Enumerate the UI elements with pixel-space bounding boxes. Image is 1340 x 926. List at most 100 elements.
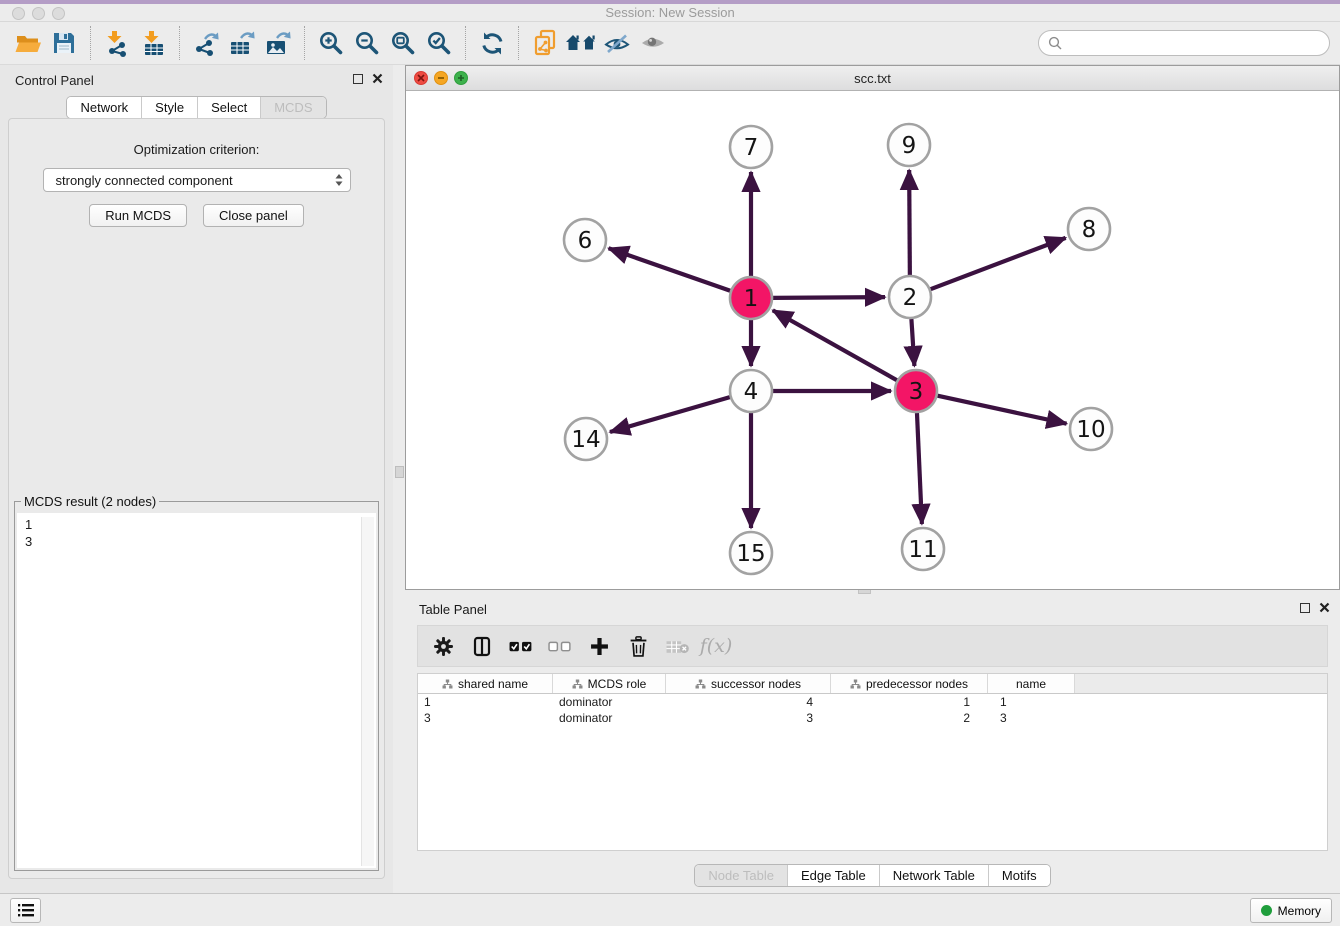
vertical-splitter-handle[interactable] (395, 466, 404, 478)
eye-slash-icon (603, 31, 631, 55)
control-panel-header: Control Panel (0, 65, 393, 95)
tab-select[interactable]: Select (197, 97, 260, 118)
graph-node-label-3: 3 (909, 379, 924, 405)
table-row[interactable]: 3 dominator 3 2 3 (418, 710, 1327, 726)
graph-edge-2-9[interactable] (909, 170, 910, 275)
import-table-button[interactable] (135, 25, 171, 61)
cell-predecessor-nodes[interactable]: 1 (831, 695, 988, 709)
zoom-selected-button[interactable] (421, 25, 457, 61)
float-panel-icon[interactable] (353, 74, 363, 84)
zoom-out-button[interactable] (349, 25, 385, 61)
select-stepper-icon (334, 173, 344, 187)
table-row[interactable]: 1 dominator 4 1 1 (418, 694, 1327, 710)
tab-mcds[interactable]: MCDS (260, 97, 325, 118)
export-image-button[interactable] (260, 25, 296, 61)
search-input[interactable] (1067, 36, 1320, 51)
column-header-shared-name[interactable]: shared name (418, 674, 553, 693)
trash-icon (629, 636, 648, 657)
memory-button[interactable]: Memory (1250, 898, 1332, 923)
function-builder-button[interactable]: f(x) (701, 631, 731, 661)
export-network-button[interactable] (188, 25, 224, 61)
main-toolbar (0, 22, 1340, 65)
show-columns-button[interactable] (467, 631, 497, 661)
open-session-button[interactable] (10, 25, 46, 61)
graph-node-label-9: 9 (902, 133, 917, 159)
import-network-button[interactable] (99, 25, 135, 61)
run-mcds-button[interactable]: Run MCDS (89, 204, 187, 227)
graph-edge-4-14[interactable] (610, 397, 730, 432)
apply-layout-button[interactable] (474, 25, 510, 61)
graph-edge-1-2[interactable] (773, 297, 885, 298)
graph-edge-3-11[interactable] (917, 413, 922, 524)
graph-edge-3-1[interactable] (773, 310, 897, 380)
tab-network[interactable]: Network (67, 97, 141, 118)
mcds-result-textarea[interactable]: 1 3 (17, 513, 376, 868)
graph-edge-2-3[interactable] (911, 319, 914, 366)
delete-table-button[interactable] (662, 631, 692, 661)
hide-selected-button[interactable] (599, 25, 635, 61)
graph-edge-2-8[interactable] (931, 238, 1066, 289)
cell-name[interactable]: 3 (988, 711, 1075, 725)
cell-shared-name[interactable]: 3 (418, 711, 553, 725)
column-header-predecessor-nodes[interactable]: predecessor nodes (831, 674, 988, 693)
column-header-name[interactable]: name (988, 674, 1075, 693)
cell-successor-nodes[interactable]: 4 (666, 695, 831, 709)
float-table-panel-icon[interactable] (1300, 603, 1310, 613)
search-field[interactable] (1038, 30, 1330, 56)
zoom-in-button[interactable] (313, 25, 349, 61)
result-line: 1 (25, 516, 376, 533)
export-network-icon (192, 30, 220, 57)
save-session-button[interactable] (46, 25, 82, 61)
column-header-mcds-role[interactable]: MCDS role (553, 674, 666, 693)
cell-successor-nodes[interactable]: 3 (666, 711, 831, 725)
column-header-successor-nodes[interactable]: successor nodes (666, 674, 831, 693)
graph-node-label-15: 15 (736, 541, 765, 567)
close-panel-button[interactable]: Close panel (203, 204, 304, 227)
export-image-icon (264, 30, 292, 57)
result-line: 3 (25, 533, 376, 550)
mcds-tab-pane: Optimization criterion: strongly connect… (8, 118, 385, 879)
graph-edge-3-10[interactable] (937, 396, 1066, 424)
refresh-icon (479, 30, 506, 57)
tab-node-table[interactable]: Node Table (695, 865, 787, 886)
cell-name[interactable]: 1 (988, 695, 1075, 709)
optimization-criterion-select[interactable]: strongly connected component (43, 168, 351, 192)
columns-icon (472, 636, 492, 657)
tab-edge-table[interactable]: Edge Table (787, 865, 879, 886)
table-settings-button[interactable] (428, 631, 458, 661)
list-icon (17, 903, 35, 918)
tab-style[interactable]: Style (141, 97, 197, 118)
toolbar-separator (179, 26, 180, 60)
tab-network-table[interactable]: Network Table (879, 865, 988, 886)
close-table-panel-icon[interactable] (1319, 602, 1330, 613)
graph-edge-1-6[interactable] (609, 248, 731, 290)
mcds-result-fieldset: MCDS result (2 nodes) 1 3 (14, 494, 379, 871)
cell-mcds-role[interactable]: dominator (553, 695, 666, 709)
export-table-button[interactable] (224, 25, 260, 61)
network-window-titlebar[interactable]: scc.txt (406, 66, 1339, 91)
select-all-columns-button[interactable] (506, 631, 536, 661)
first-neighbors-button[interactable] (563, 25, 599, 61)
tab-motifs[interactable]: Motifs (988, 865, 1050, 886)
close-panel-icon[interactable] (372, 73, 383, 84)
new-network-from-selection-button[interactable] (527, 25, 563, 61)
cell-mcds-role[interactable]: dominator (553, 711, 666, 725)
deselect-all-columns-button[interactable] (545, 631, 575, 661)
add-column-button[interactable] (584, 631, 614, 661)
control-panel: Control Panel Network Style Select MCDS … (0, 65, 393, 893)
function-icon: f(x) (700, 635, 733, 657)
application-window: { "window": { "title": "Session: New Ses… (0, 0, 1340, 926)
task-history-button[interactable] (10, 898, 41, 923)
cell-predecessor-nodes[interactable]: 2 (831, 711, 988, 725)
toolbar-separator (518, 26, 519, 60)
network-canvas[interactable]: 7968124314101511 (406, 91, 1339, 589)
toolbar-separator (90, 26, 91, 60)
table-panel-title: Table Panel (419, 602, 487, 617)
eye-icon (639, 32, 667, 54)
cell-shared-name[interactable]: 1 (418, 695, 553, 709)
zoom-fit-button[interactable] (385, 25, 421, 61)
result-scrollbar[interactable] (361, 517, 374, 866)
delete-column-button[interactable] (623, 631, 653, 661)
show-all-button[interactable] (635, 25, 671, 61)
import-network-icon (104, 30, 131, 57)
